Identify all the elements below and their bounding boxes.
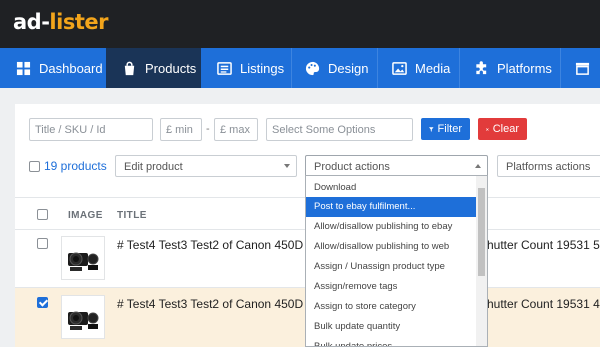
nav-item-media[interactable]: Media <box>392 48 450 88</box>
row-checkbox-checked[interactable] <box>37 297 48 308</box>
price-min-input[interactable]: £ min <box>160 118 202 141</box>
dropdown-option-assign-store-category[interactable]: Assign to store category <box>306 297 477 317</box>
dropdown-scrollbar[interactable] <box>476 176 487 346</box>
close-icon <box>486 127 489 131</box>
nav-divider <box>377 48 378 88</box>
nav-item-platforms[interactable]: Platforms <box>474 48 552 88</box>
column-header-image[interactable]: IMAGE <box>68 210 103 221</box>
product-title[interactable]: # Test4 Test3 Test2 of Canon 450D Di <box>117 238 318 252</box>
nav-item-design[interactable]: Design <box>305 48 368 88</box>
nav-divider <box>560 48 561 88</box>
image-icon <box>392 61 407 75</box>
dropdown-option-bulk-update-quantity[interactable]: Bulk update quantity <box>306 317 477 337</box>
select-all-checkbox[interactable] <box>29 161 40 172</box>
product-title-suffix: hutter Count 19531 5 <box>487 238 600 252</box>
filter-button[interactable]: Filter <box>421 118 470 140</box>
nav-item-products[interactable]: Products <box>106 48 201 88</box>
filter-button-label: Filter <box>437 123 462 135</box>
dropdown-scrollbar-thumb[interactable] <box>478 188 485 276</box>
product-title-suffix: hutter Count 19531 4 <box>487 297 600 311</box>
top-bar: ad-lister <box>0 0 600 48</box>
dropdown-option-download[interactable]: Download <box>306 178 477 198</box>
nav-item-store[interactable] <box>575 48 598 88</box>
row-checkbox[interactable] <box>37 238 48 249</box>
edit-product-select-value: Edit product <box>124 161 183 173</box>
dropdown-option-post-to-ebay-fulfilment[interactable]: Post to ebay fulfilment... <box>306 197 477 217</box>
product-actions-select[interactable]: Product actions <box>305 155 488 177</box>
nav-item-listings[interactable]: Listings <box>217 48 284 88</box>
title-sku-input[interactable]: Title / SKU / Id <box>29 118 153 141</box>
platforms-actions-select-value: Platforms actions <box>506 161 591 173</box>
grid-icon <box>16 61 31 75</box>
clear-button[interactable]: Clear <box>478 118 527 140</box>
nav-label-platforms: Platforms <box>497 60 552 76</box>
price-range-separator: - <box>206 123 210 135</box>
dropdown-option-assign-tags[interactable]: Assign/remove tags <box>306 277 477 297</box>
camera-image <box>68 311 99 330</box>
product-actions-dropdown: Download Post to ebay fulfilment... Allo… <box>305 175 488 347</box>
camera-image <box>68 252 99 271</box>
dropdown-option-allow-publish-web[interactable]: Allow/disallow publishing to web <box>306 237 477 257</box>
nav-label-design: Design <box>328 60 369 76</box>
clear-button-label: Clear <box>492 123 519 135</box>
product-thumbnail[interactable] <box>61 236 105 280</box>
dropdown-option-allow-publish-ebay[interactable]: Allow/disallow publishing to ebay <box>306 217 477 237</box>
nav-label-listings: Listings <box>240 60 285 76</box>
nav-divider <box>459 48 460 88</box>
product-title[interactable]: # Test4 Test3 Test2 of Canon 450D Di <box>117 297 318 311</box>
bag-icon <box>124 61 135 75</box>
chevron-down-icon <box>284 164 290 168</box>
options-multiselect[interactable]: Select Some Options <box>266 118 413 141</box>
funnel-icon <box>429 126 434 132</box>
platforms-actions-select[interactable]: Platforms actions <box>497 155 600 177</box>
logo-part-1: ad- <box>13 10 50 34</box>
nav-item-dashboard[interactable]: Dashboard <box>16 48 103 88</box>
store-icon <box>575 62 590 75</box>
nav-label-dashboard: Dashboard <box>39 60 103 76</box>
products-count[interactable]: 19 products <box>44 159 107 173</box>
puzzle-icon <box>476 60 487 74</box>
palette-icon <box>305 61 320 75</box>
nav-label-products: Products <box>145 60 197 76</box>
edit-product-select[interactable]: Edit product <box>115 155 297 177</box>
nav-divider <box>291 48 292 88</box>
main-nav: Dashboard Products Listings Design Media… <box>0 48 600 88</box>
table-select-all-checkbox[interactable] <box>37 209 48 220</box>
logo-part-2: lister <box>49 10 108 34</box>
product-actions-select-value: Product actions <box>314 161 390 173</box>
app-logo[interactable]: ad-lister <box>13 10 108 34</box>
product-thumbnail[interactable] <box>61 295 105 339</box>
list-icon <box>217 61 232 75</box>
dropdown-option-bulk-update-prices[interactable]: Bulk update prices <box>306 337 477 346</box>
price-max-input[interactable]: £ max <box>214 118 258 141</box>
column-header-title[interactable]: TITLE <box>117 210 147 221</box>
nav-label-media: Media <box>415 60 451 76</box>
dropdown-option-assign-product-type[interactable]: Assign / Unassign product type <box>306 257 477 277</box>
chevron-up-icon <box>475 164 481 168</box>
